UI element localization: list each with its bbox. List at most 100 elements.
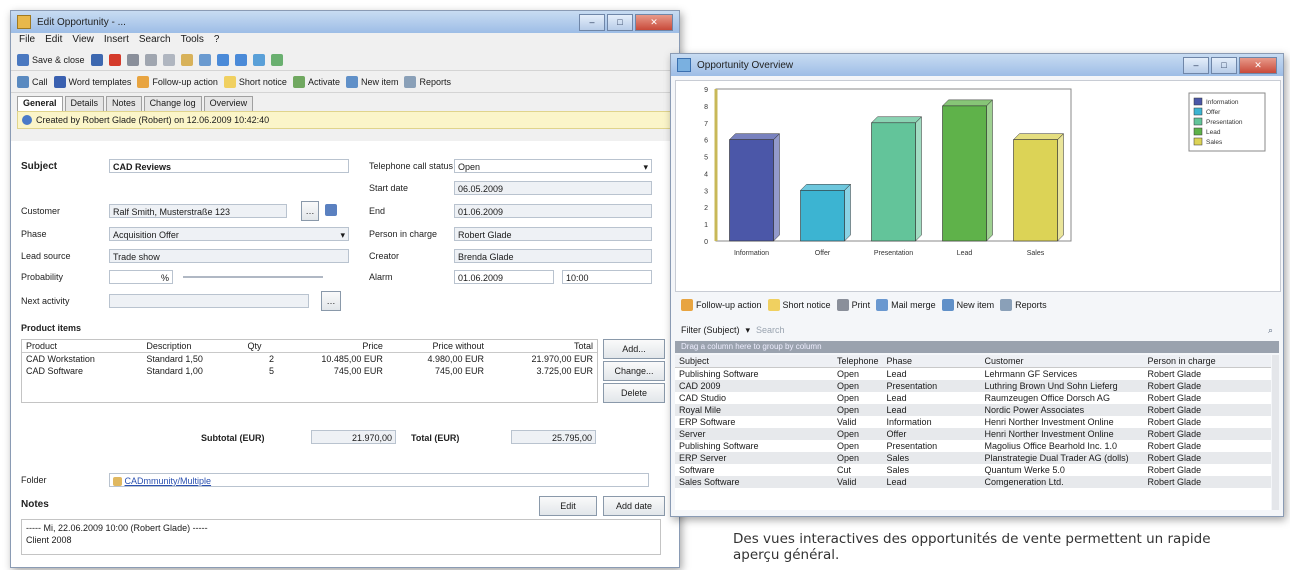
menu-insert[interactable]: Insert xyxy=(104,34,129,48)
col-customer[interactable]: Customer xyxy=(980,355,1144,368)
probability-slider[interactable] xyxy=(183,276,323,278)
menu-help[interactable]: ? xyxy=(214,34,220,48)
call-button[interactable]: Call xyxy=(17,75,48,88)
col-total[interactable]: Total xyxy=(488,340,597,353)
change-product-button[interactable]: Change... xyxy=(603,361,665,381)
cell: Software xyxy=(679,465,715,475)
col-product[interactable]: Product xyxy=(22,340,143,353)
refresh-icon[interactable] xyxy=(270,53,283,66)
filter-dropdown[interactable]: Filter (Subject) xyxy=(681,325,740,335)
maximize-button[interactable]: □ xyxy=(1211,56,1237,74)
ov-print-button[interactable]: Print xyxy=(836,299,870,311)
col-price-without[interactable]: Price without xyxy=(386,340,489,353)
copy-icon[interactable] xyxy=(162,53,175,66)
list-item[interactable]: Software Cut Sales Quantum Werke 5.0 Robert … xyxy=(675,464,1271,476)
activate-button[interactable]: Activate xyxy=(292,75,340,88)
customer-link-icon[interactable] xyxy=(325,204,337,216)
person-in-charge-field[interactable]: Robert Glade xyxy=(454,227,652,241)
col-phase[interactable]: Phase xyxy=(882,355,981,368)
ov-new-item-button[interactable]: New item xyxy=(941,299,994,311)
save-disk-icon[interactable] xyxy=(90,53,103,66)
filter-input[interactable]: Search xyxy=(756,325,785,335)
menu-edit[interactable]: Edit xyxy=(45,34,62,48)
save-close-button[interactable]: Save & close xyxy=(17,53,85,66)
alarm-date-field[interactable]: 01.06.2009 xyxy=(454,270,554,284)
cut-icon[interactable] xyxy=(144,53,157,66)
menu-search[interactable]: Search xyxy=(139,34,171,48)
ov-mail-merge-button[interactable]: Mail merge xyxy=(876,299,936,311)
word-templates-button[interactable]: Word templates xyxy=(53,75,131,88)
filter-dropdown-arrow-icon[interactable]: ▾ xyxy=(746,325,751,336)
minimize-button[interactable]: – xyxy=(579,13,605,31)
col-qty[interactable]: Qty xyxy=(243,340,278,353)
notes-area[interactable]: ----- Mi, 22.06.2009 10:00 (Robert Glade… xyxy=(21,519,661,555)
col-description[interactable]: Description xyxy=(142,340,244,353)
menu-file[interactable]: File xyxy=(19,34,35,48)
list-item[interactable]: Royal Mile Open Lead Nordic Power Associate… xyxy=(675,404,1271,416)
probability-field[interactable]: % xyxy=(109,270,173,284)
minimize-button[interactable]: – xyxy=(1183,56,1209,74)
maximize-button[interactable]: □ xyxy=(607,13,633,31)
help-icon[interactable] xyxy=(252,53,265,66)
add-date-button[interactable]: Add date xyxy=(603,496,665,516)
table-row[interactable]: CAD Software Standard 1,00 5 745,00 EUR … xyxy=(22,365,597,377)
list-item[interactable]: ERP Server Open Sales Planstrategie Dual Tr… xyxy=(675,452,1271,464)
alarm-time-field[interactable]: 10:00 xyxy=(562,270,652,284)
col-subject[interactable]: Subject xyxy=(675,355,833,368)
reports-button[interactable]: Reports xyxy=(404,75,451,88)
print-icon[interactable] xyxy=(126,53,139,66)
ov-reports-button[interactable]: Reports xyxy=(1000,299,1047,311)
list-item[interactable]: Server Open Offer Henri Norther Investment … xyxy=(675,428,1271,440)
ov-follow-up-button[interactable]: Follow-up action xyxy=(681,299,762,311)
list-item[interactable]: CAD 2009 Open Presentation Luthring Brown U… xyxy=(675,380,1271,392)
bar-side xyxy=(773,133,780,242)
next-activity-button[interactable]: … xyxy=(321,291,341,311)
follow-up-button[interactable]: Follow-up action xyxy=(137,75,218,88)
folder-field[interactable]: CADmmunity/Multiple xyxy=(109,473,649,487)
close-button[interactable]: ✕ xyxy=(1239,56,1277,74)
creator-field[interactable]: Brenda Glade xyxy=(454,249,652,263)
tab-notes[interactable]: Notes xyxy=(106,96,142,111)
menu-tools[interactable]: Tools xyxy=(181,34,204,48)
telephone-status-select[interactable]: Open xyxy=(454,159,652,173)
customer-lookup-button[interactable]: … xyxy=(301,201,319,221)
col-price[interactable]: Price xyxy=(277,340,387,353)
list-item[interactable]: CAD Studio Open Lead Raumzeugen Office Dors… xyxy=(675,392,1271,404)
list-item[interactable]: Sales Software Valid Lead Comgeneration Ltd… xyxy=(675,476,1271,488)
new-item-button[interactable]: New item xyxy=(345,75,398,88)
bar-side xyxy=(986,99,993,242)
col-person-in-charge[interactable]: Person in charge xyxy=(1143,355,1271,368)
phase-select[interactable]: Acquisition Offer xyxy=(109,227,349,241)
start-date-field[interactable]: 06.05.2009 xyxy=(454,181,652,195)
paste-icon[interactable] xyxy=(180,53,193,66)
arrow-down-icon[interactable] xyxy=(234,53,247,66)
end-date-field[interactable]: 01.06.2009 xyxy=(454,204,652,218)
menu-view[interactable]: View xyxy=(72,34,94,48)
list-scrollbar[interactable] xyxy=(1272,355,1279,510)
lead-source-field[interactable]: Trade show xyxy=(109,249,349,263)
arrow-up-icon[interactable] xyxy=(216,53,229,66)
ov-short-notice-button[interactable]: Short notice xyxy=(767,299,831,311)
tab-details[interactable]: Details xyxy=(64,96,105,111)
tab-general[interactable]: General xyxy=(17,96,63,111)
table-row[interactable]: CAD Workstation Standard 1,50 2 10.485,0… xyxy=(22,353,597,366)
next-activity-field[interactable] xyxy=(109,294,309,308)
tab-overview[interactable]: Overview xyxy=(203,96,254,111)
list-item[interactable]: Publishing Software Open Presentation Magol… xyxy=(675,440,1271,452)
bar xyxy=(871,122,916,242)
col-telephone[interactable]: Telephone xyxy=(833,355,883,368)
subject-field[interactable]: CAD Reviews xyxy=(109,159,349,173)
tab-change-log[interactable]: Change log xyxy=(143,96,202,111)
close-button[interactable]: ✕ xyxy=(635,13,673,31)
list-item[interactable]: Publishing Software Open Lead Lehrmann GF S… xyxy=(675,367,1271,380)
edit-notes-button[interactable]: Edit xyxy=(539,496,597,516)
delete-icon[interactable] xyxy=(108,53,121,66)
cell: 3.725,00 EUR xyxy=(536,366,593,376)
short-notice-button[interactable]: Short notice xyxy=(223,75,287,88)
delete-product-button[interactable]: Delete xyxy=(603,383,665,403)
list-item[interactable]: ERP Software Valid Information Henri Northe… xyxy=(675,416,1271,428)
add-product-button[interactable]: Add... xyxy=(603,339,665,359)
customer-field[interactable]: Ralf Smith, Musterstraße 123 xyxy=(109,204,287,218)
search-icon[interactable]: ⌕ xyxy=(1268,325,1273,336)
attach-icon[interactable] xyxy=(198,53,211,66)
